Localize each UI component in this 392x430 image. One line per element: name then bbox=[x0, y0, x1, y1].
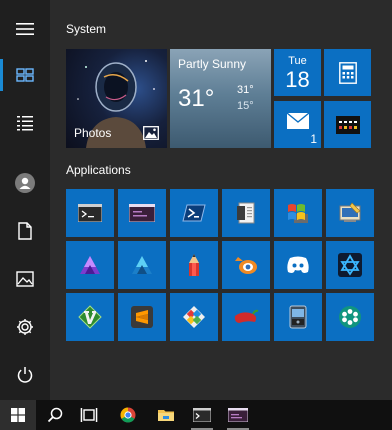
terminal-icon bbox=[193, 408, 211, 422]
search-button[interactable] bbox=[38, 400, 72, 430]
pictures-button[interactable] bbox=[0, 256, 50, 302]
media-grid-icon bbox=[335, 115, 360, 134]
discord-icon bbox=[287, 256, 309, 273]
blender-icon bbox=[235, 257, 257, 274]
tools-puzzle-icon bbox=[183, 306, 205, 328]
photos-app-icon bbox=[143, 126, 159, 140]
app-tile-sublime-text[interactable] bbox=[118, 293, 166, 341]
windows-flag-icon bbox=[288, 204, 308, 223]
app-tile-disk-utility[interactable] bbox=[274, 293, 322, 341]
sublime-text-icon bbox=[131, 306, 153, 328]
app-tile-windows-feature[interactable] bbox=[274, 189, 322, 237]
app-tile-affinity-publisher[interactable] bbox=[326, 241, 374, 289]
start-button[interactable] bbox=[0, 400, 36, 430]
vim-icon bbox=[78, 305, 102, 329]
power-icon bbox=[17, 367, 33, 383]
app-tile-tools[interactable] bbox=[170, 293, 218, 341]
powershell-icon bbox=[182, 204, 206, 222]
calendar-tile[interactable]: Tue 18 bbox=[274, 49, 321, 96]
disk-utility-icon bbox=[289, 305, 307, 329]
pencil-icon bbox=[189, 254, 199, 276]
app-tile-pencil[interactable] bbox=[170, 241, 218, 289]
mail-tile[interactable]: 1 bbox=[274, 101, 321, 148]
settings-button[interactable] bbox=[0, 304, 50, 350]
control-panel-icon bbox=[339, 202, 361, 222]
start-menu-rail bbox=[0, 0, 50, 400]
task-view-button[interactable] bbox=[72, 400, 106, 430]
affinity-designer-icon bbox=[132, 256, 152, 274]
tiles-view-icon bbox=[16, 68, 34, 82]
taskbar-console-button[interactable] bbox=[221, 400, 255, 430]
mail-envelope-icon bbox=[286, 112, 309, 129]
weather-condition: Partly Sunny bbox=[178, 57, 247, 71]
all-apps-list-button[interactable] bbox=[0, 100, 50, 146]
weather-temperature: 31° bbox=[178, 85, 215, 112]
weather-low: 15° bbox=[237, 100, 254, 112]
settings-gear-icon bbox=[17, 319, 33, 335]
weather-tile[interactable]: Partly Sunny 31° 31° 15° bbox=[170, 49, 271, 148]
calculator-tile[interactable] bbox=[324, 49, 371, 96]
calendar-day: Tue bbox=[288, 55, 307, 67]
app-tile-snowflake[interactable] bbox=[326, 293, 374, 341]
chrome-icon bbox=[120, 407, 136, 423]
tiles-panel: System Photos Partly Sunny 31° 31° 15° T… bbox=[50, 0, 392, 400]
console-window-icon bbox=[228, 408, 248, 422]
document-viewer-icon bbox=[237, 202, 255, 224]
file-explorer-button[interactable] bbox=[149, 400, 183, 430]
app-tile-discord[interactable] bbox=[274, 241, 322, 289]
affinity-photo-icon bbox=[80, 256, 100, 274]
app-tile-console[interactable] bbox=[118, 189, 166, 237]
tiles-view-button[interactable] bbox=[0, 52, 50, 98]
app-tile-powershell[interactable] bbox=[170, 189, 218, 237]
pictures-icon bbox=[16, 271, 34, 287]
app-tile-blender[interactable] bbox=[222, 241, 270, 289]
search-icon bbox=[47, 407, 63, 423]
hamburger-menu-icon bbox=[16, 23, 34, 35]
user-account-icon bbox=[15, 173, 35, 193]
calendar-date: 18 bbox=[285, 67, 310, 92]
app-tile-vim[interactable] bbox=[66, 293, 114, 341]
app-tile-pepper[interactable] bbox=[222, 293, 270, 341]
app-tile-document-viewer[interactable] bbox=[222, 189, 270, 237]
app-tile-affinity-photo[interactable] bbox=[66, 241, 114, 289]
documents-button[interactable] bbox=[0, 208, 50, 254]
group-title-system: System bbox=[66, 22, 107, 36]
taskbar-terminal-button[interactable] bbox=[185, 400, 219, 430]
all-apps-list-icon bbox=[17, 116, 33, 131]
photos-tile-label: Photos bbox=[74, 126, 112, 140]
app-tile-terminal[interactable] bbox=[66, 189, 114, 237]
console-window-icon bbox=[129, 204, 155, 222]
hamburger-menu-button[interactable] bbox=[0, 6, 50, 52]
windows-logo-icon bbox=[11, 408, 25, 422]
power-button[interactable] bbox=[0, 352, 50, 398]
group-title-applications: Applications bbox=[66, 163, 131, 177]
app-tile-affinity-designer[interactable] bbox=[118, 241, 166, 289]
media-app-tile[interactable] bbox=[324, 101, 371, 148]
chrome-button[interactable] bbox=[111, 400, 145, 430]
chili-pepper-icon bbox=[234, 309, 259, 323]
task-view-icon bbox=[80, 408, 98, 422]
snowflake-icon bbox=[339, 306, 361, 328]
weather-high: 31° bbox=[237, 84, 254, 96]
affinity-publisher-icon bbox=[338, 253, 362, 277]
calculator-icon bbox=[338, 61, 357, 84]
app-tile-control-panel[interactable] bbox=[326, 189, 374, 237]
documents-icon bbox=[18, 222, 32, 240]
taskbar bbox=[0, 400, 392, 430]
file-explorer-icon bbox=[158, 410, 174, 421]
photos-tile[interactable]: Photos bbox=[66, 49, 167, 148]
user-account-button[interactable] bbox=[0, 160, 50, 206]
terminal-icon bbox=[78, 204, 102, 222]
mail-unread-count: 1 bbox=[310, 132, 317, 146]
